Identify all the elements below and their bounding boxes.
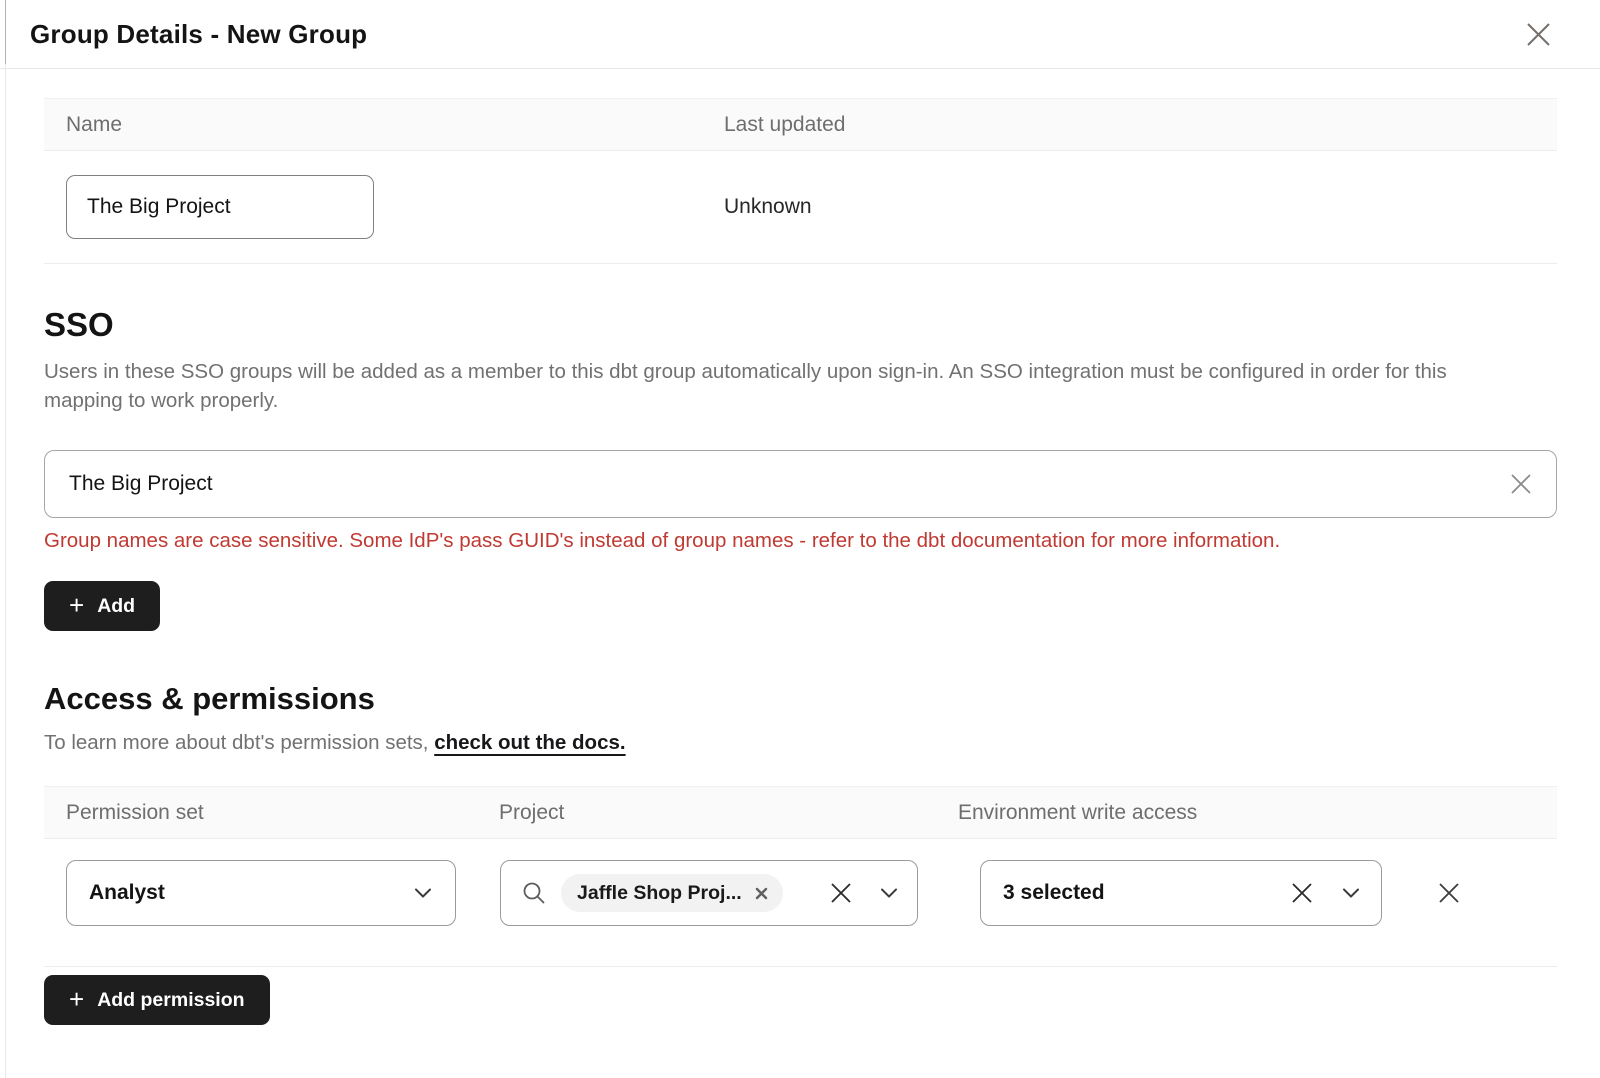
- permissions-table-header: Permission set Project Environment write…: [44, 786, 1557, 839]
- column-header-last-updated: Last updated: [724, 113, 1557, 137]
- modal-title: Group Details - New Group: [30, 19, 367, 50]
- search-icon: [521, 880, 547, 906]
- chevron-down-icon: [1341, 887, 1361, 899]
- chevron-down-icon: [879, 887, 899, 899]
- remove-row-x-icon: [1436, 880, 1462, 906]
- background-page-edge: [5, 0, 6, 1078]
- group-table-header: Name Last updated: [44, 98, 1557, 151]
- env-clear-button[interactable]: [1289, 880, 1315, 906]
- clear-x-icon: [1289, 880, 1315, 906]
- permission-row: Analyst Jaffle Shop Proj...: [44, 839, 1557, 967]
- project-tag: Jaffle Shop Proj...: [561, 874, 783, 912]
- column-header-permission-set: Permission set: [44, 801, 499, 825]
- plus-icon: +: [69, 986, 84, 1012]
- permission-set-value: Analyst: [89, 881, 165, 905]
- chevron-down-icon: [413, 887, 433, 899]
- column-header-project: Project: [499, 801, 958, 825]
- project-multiselect[interactable]: Jaffle Shop Proj...: [500, 860, 918, 926]
- group-name-input[interactable]: [66, 175, 374, 239]
- remove-permission-row-button[interactable]: [1436, 880, 1462, 906]
- column-header-name: Name: [44, 113, 724, 137]
- remove-project-tag-button[interactable]: [755, 887, 768, 900]
- project-tag-label: Jaffle Shop Proj...: [577, 882, 742, 905]
- modal-body: Name Last updated Unknown SSO Users in t…: [0, 98, 1600, 1025]
- close-button[interactable]: [1525, 21, 1552, 48]
- add-permission-button[interactable]: + Add permission: [44, 975, 270, 1025]
- last-updated-value: Unknown: [724, 195, 812, 218]
- sso-error-message: Group names are case sensitive. Some IdP…: [44, 529, 1557, 553]
- group-table: Name Last updated Unknown: [44, 98, 1557, 264]
- sso-group-field: [44, 450, 1557, 518]
- clear-x-icon: [1507, 470, 1535, 498]
- sso-group-input[interactable]: [44, 450, 1557, 518]
- plus-icon: +: [69, 592, 84, 618]
- clear-x-icon: [828, 880, 854, 906]
- permissions-description: To learn more about dbt's permission set…: [44, 731, 1557, 755]
- sso-clear-button[interactable]: [1507, 470, 1535, 498]
- add-sso-group-button[interactable]: + Add: [44, 581, 160, 631]
- permissions-table: Permission set Project Environment write…: [44, 786, 1557, 967]
- sso-heading: SSO: [44, 306, 1557, 344]
- permissions-description-text: To learn more about dbt's permission set…: [44, 731, 434, 754]
- project-clear-button[interactable]: [828, 880, 854, 906]
- env-write-access-select[interactable]: 3 selected: [980, 860, 1382, 926]
- sso-description: Users in these SSO groups will be added …: [44, 357, 1522, 415]
- group-table-row: Unknown: [44, 151, 1557, 264]
- docs-link[interactable]: check out the docs.: [434, 731, 625, 754]
- env-write-access-value: 3 selected: [1003, 881, 1105, 905]
- access-permissions-heading: Access & permissions: [44, 681, 1557, 717]
- permission-set-select[interactable]: Analyst: [66, 860, 456, 926]
- modal-header: Group Details - New Group: [0, 0, 1600, 69]
- add-button-label: Add: [97, 595, 135, 618]
- close-icon: [1525, 21, 1552, 48]
- column-header-env-write-access: Environment write access: [958, 801, 1557, 825]
- add-permission-button-label: Add permission: [97, 989, 244, 1012]
- tag-x-icon: [755, 887, 768, 900]
